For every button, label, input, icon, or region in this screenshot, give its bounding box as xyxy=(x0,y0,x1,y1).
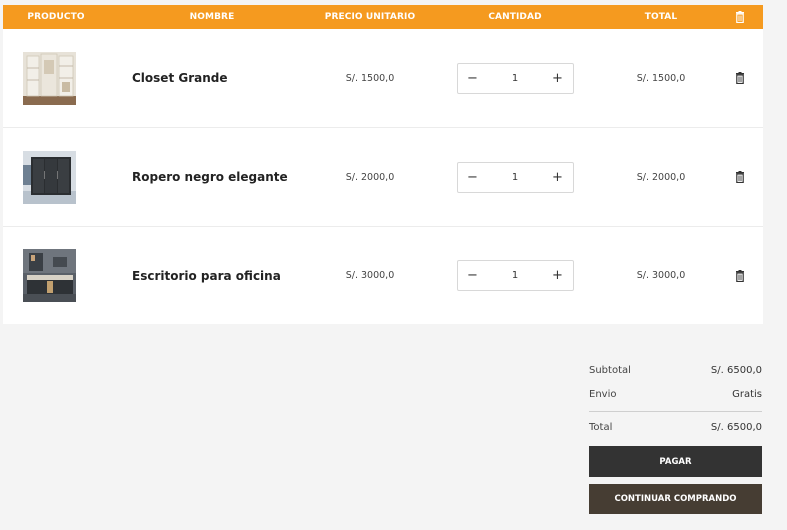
pay-button[interactable]: PAGAR xyxy=(589,446,762,477)
quantity-value[interactable]: 1 xyxy=(512,172,518,183)
header-name: NOMBRE xyxy=(189,12,235,22)
header-delete xyxy=(717,11,763,23)
total-value: S/. 6500,0 xyxy=(710,422,762,433)
total-label: Total xyxy=(589,422,613,433)
quantity-cell: − 1 + xyxy=(425,62,605,94)
line-total: S/. 2000,0 xyxy=(636,171,686,183)
continue-shopping-button[interactable]: CONTINUAR COMPRANDO xyxy=(589,484,762,514)
quantity-stepper: − 1 + xyxy=(456,62,574,94)
line-total: S/. 1500,0 xyxy=(636,72,686,84)
product-image-cell xyxy=(3,150,109,204)
header-product: PRODUCTO xyxy=(27,12,85,22)
delete-cell xyxy=(717,72,763,84)
product-name: Ropero negro elegante xyxy=(132,170,288,184)
order-summary: Subtotal S/. 6500,0 Envio Gratis Total S… xyxy=(589,358,762,441)
unit-price: S/. 2000,0 xyxy=(345,171,395,183)
delete-cell xyxy=(717,269,763,282)
decrease-quantity-button[interactable]: − xyxy=(466,71,480,86)
subtotal-row: Subtotal S/. 6500,0 xyxy=(589,358,762,382)
shipping-label: Envio xyxy=(589,388,617,400)
shipping-value: Gratis xyxy=(732,388,762,400)
header-quantity: CANTIDAD xyxy=(488,12,542,22)
trash-icon[interactable] xyxy=(735,72,745,84)
subtotal-label: Subtotal xyxy=(589,364,631,376)
unit-price: S/. 1500,0 xyxy=(345,72,395,84)
header-unit-price: PRECIO UNITARIO xyxy=(324,12,416,22)
cart-table-header: PRODUCTO NOMBRE PRECIO UNITARIO CANTIDAD… xyxy=(3,5,763,29)
shipping-row: Envio Gratis xyxy=(589,382,762,406)
table-row: Ropero negro elegante S/. 2000,0 − 1 + S… xyxy=(3,128,763,227)
header-total: TOTAL xyxy=(644,12,678,22)
total-row: Total S/. 6500,0 xyxy=(589,411,762,441)
increase-quantity-button[interactable]: + xyxy=(551,71,565,86)
quantity-cell: − 1 + xyxy=(425,260,605,291)
decrease-quantity-button[interactable]: − xyxy=(466,170,480,185)
product-name: Closet Grande xyxy=(132,71,228,85)
product-name: Escritorio para oficina xyxy=(132,268,281,283)
closet-image[interactable] xyxy=(23,51,76,105)
table-row: Closet Grande S/. 1500,0 − 1 + S/. 1500,… xyxy=(3,29,763,128)
wardrobe-image[interactable] xyxy=(23,150,76,204)
quantity-value[interactable]: 1 xyxy=(512,73,518,84)
trash-icon[interactable] xyxy=(735,269,745,282)
unit-price: S/. 3000,0 xyxy=(345,270,395,281)
desk-image[interactable] xyxy=(23,249,76,302)
cart-table: PRODUCTO NOMBRE PRECIO UNITARIO CANTIDAD… xyxy=(3,5,763,324)
quantity-cell: − 1 + xyxy=(425,161,605,193)
subtotal-value: S/. 6500,0 xyxy=(710,364,762,376)
decrease-quantity-button[interactable]: − xyxy=(466,268,480,283)
quantity-stepper: − 1 + xyxy=(456,161,574,193)
product-image-cell xyxy=(3,51,109,105)
trash-icon[interactable] xyxy=(735,171,745,183)
trash-icon xyxy=(736,11,744,23)
product-image-cell xyxy=(3,249,109,302)
table-row: Escritorio para oficina S/. 3000,0 − 1 +… xyxy=(3,227,763,324)
quantity-value[interactable]: 1 xyxy=(512,270,518,281)
increase-quantity-button[interactable]: + xyxy=(551,170,565,185)
line-total: S/. 3000,0 xyxy=(636,270,686,281)
quantity-stepper: − 1 + xyxy=(456,260,574,291)
increase-quantity-button[interactable]: + xyxy=(551,268,565,283)
delete-cell xyxy=(717,171,763,183)
